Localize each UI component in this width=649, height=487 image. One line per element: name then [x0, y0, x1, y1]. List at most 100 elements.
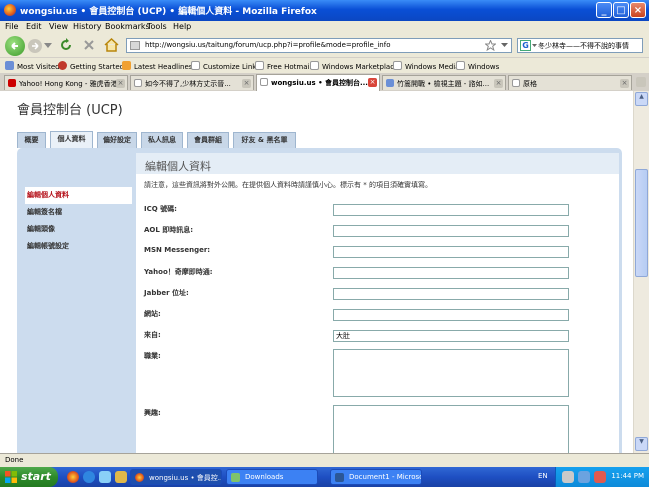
occupation-textarea[interactable] — [333, 349, 569, 397]
google-icon[interactable]: G — [520, 40, 531, 51]
network-icon[interactable] — [578, 471, 590, 483]
interests-label: 興趣: — [144, 409, 161, 417]
sidebar-item-edit-signature[interactable]: 編輯簽名檔 — [25, 204, 132, 221]
browser-tab[interactable]: 竹篙開戰 • 檢視主題 - 諮如... × — [382, 75, 506, 90]
antivirus-icon[interactable] — [594, 471, 606, 483]
tab-profile[interactable]: 個人資料 — [50, 131, 93, 148]
stop-icon[interactable] — [82, 38, 96, 52]
language-indicator[interactable]: EN — [538, 472, 548, 480]
forward-button[interactable] — [28, 39, 42, 53]
page-icon — [255, 61, 264, 70]
rss-icon — [122, 61, 131, 70]
bookmark-star-icon[interactable] — [485, 40, 496, 51]
bookmark-most-visited[interactable]: Most Visited — [5, 61, 60, 71]
browser-tab[interactable]: Yahoo! Hong Kong - 雅虎香港 × — [4, 75, 128, 90]
downloads-icon — [231, 473, 240, 482]
history-dropdown-icon[interactable] — [44, 43, 52, 49]
menu-edit[interactable]: Edit — [26, 22, 42, 31]
scroll-up-icon[interactable]: ▲ — [635, 92, 648, 106]
aol-input[interactable] — [333, 225, 569, 237]
task-downloads[interactable]: Downloads — [226, 469, 318, 485]
tab-usergroups[interactable]: 會員群組 — [187, 132, 229, 148]
menu-tools[interactable]: Tools — [147, 22, 167, 31]
website-label: 網站: — [144, 310, 161, 318]
firefox-icon — [135, 473, 144, 482]
jabber-label: Jabber 位址: — [144, 289, 189, 297]
window-titlebar[interactable]: wongsiu.us • 會員控制台 (UCP) • 編輯個人資料 - Mozi… — [0, 0, 649, 21]
taskbar: start wongsiu.us • 會員控... Downloads Docu… — [0, 467, 649, 487]
tray-icon[interactable] — [562, 471, 574, 483]
browser-tab-active[interactable]: wongsiu.us • 會員控制台... × — [256, 74, 380, 91]
url-bar[interactable]: http://wongsiu.us/taitung/forum/ucp.php?… — [126, 38, 512, 53]
sidebar-item-edit-avatar[interactable]: 編輯頭像 — [25, 221, 132, 238]
home-icon[interactable] — [104, 38, 119, 52]
close-button[interactable]: × — [630, 2, 646, 18]
vertical-scrollbar[interactable]: ▲ ▼ — [633, 91, 649, 453]
browser-tab[interactable]: 原格 × — [508, 75, 632, 90]
msn-input[interactable] — [333, 246, 569, 258]
task-word[interactable]: Document1 - Microsof... — [330, 469, 422, 485]
bookmark-getting-started[interactable]: Getting Started — [58, 61, 124, 71]
yahoo-input[interactable] — [333, 267, 569, 279]
bookmark-windows-media[interactable]: Windows Media — [393, 61, 460, 71]
yahoo-icon — [8, 79, 16, 87]
website-input[interactable] — [333, 309, 569, 321]
search-engine-dropdown-icon[interactable] — [532, 44, 537, 48]
form-header: 編輯個人資料 — [136, 153, 619, 174]
tab-overview[interactable]: 概要 — [17, 132, 46, 148]
ie-quicklaunch-icon[interactable] — [83, 471, 95, 483]
tab-close-icon[interactable]: × — [242, 79, 251, 88]
system-tray: 11:44 PM — [555, 467, 649, 487]
scroll-down-icon[interactable]: ▼ — [635, 437, 648, 451]
menu-view[interactable]: View — [49, 22, 68, 31]
icq-input[interactable] — [333, 204, 569, 216]
tab-list-button[interactable] — [636, 77, 646, 87]
tab-close-icon[interactable]: × — [620, 79, 629, 88]
tab-close-icon[interactable]: × — [116, 79, 125, 88]
page-icon — [134, 79, 142, 87]
tab-close-icon[interactable]: × — [368, 78, 377, 87]
location-label: 來自: — [144, 331, 161, 339]
media-quicklaunch-icon[interactable] — [115, 471, 127, 483]
start-label: start — [21, 470, 51, 483]
start-button[interactable]: start — [0, 467, 58, 487]
bookmark-latest-headlines[interactable]: Latest Headlines — [122, 61, 192, 71]
bookmark-windows-marketplace[interactable]: Windows Marketplace — [310, 61, 398, 71]
tab-private-messages[interactable]: 私人訊息 — [141, 132, 183, 148]
reload-icon[interactable] — [59, 38, 73, 52]
menu-file[interactable]: File — [5, 22, 18, 31]
bookmark-free-hotmail[interactable]: Free Hotmail — [255, 61, 311, 71]
bookmark-customize-links[interactable]: Customize Links — [191, 61, 260, 71]
aol-label: AOL 即時訊息: — [144, 226, 194, 234]
tab-preferences[interactable]: 偏好設定 — [97, 132, 137, 148]
menu-history[interactable]: History — [73, 22, 101, 31]
scrollbar-thumb[interactable] — [635, 169, 648, 277]
tab-friends-foes[interactable]: 好友 & 黑名單 — [233, 132, 296, 148]
browser-tab[interactable]: 如今不得了,少林方丈示晉... × — [130, 75, 254, 90]
maximize-button[interactable]: □ — [613, 2, 629, 18]
page-icon — [393, 61, 402, 70]
desktop-quicklaunch-icon[interactable] — [99, 471, 111, 483]
bookmark-windows[interactable]: Windows — [456, 61, 499, 71]
sidebar-item-edit-profile[interactable]: 編輯個人資料 — [25, 187, 132, 204]
forum-icon — [386, 79, 394, 87]
task-firefox[interactable]: wongsiu.us • 會員控... — [130, 469, 222, 485]
form-notice: 請注意，這些資訊將對外公開。在提供個人資料時請謹慎小心。標示有 * 的項目須確實… — [144, 181, 432, 189]
jabber-input[interactable] — [333, 288, 569, 300]
clock: 11:44 PM — [611, 472, 644, 480]
menu-bookmarks[interactable]: Bookmarks — [105, 22, 150, 31]
tab-close-icon[interactable]: × — [494, 79, 503, 88]
back-button[interactable] — [5, 36, 25, 56]
menu-help[interactable]: Help — [173, 22, 191, 31]
search-box[interactable]: G 冬少林寺——不得不說的事情 — [517, 38, 643, 53]
firefox-quicklaunch-icon[interactable] — [67, 471, 79, 483]
back-arrow-icon — [11, 42, 18, 50]
interests-textarea[interactable] — [333, 405, 569, 453]
location-input[interactable]: 大肚 — [333, 330, 569, 342]
ucp-sidebar: 編輯個人資料 編輯簽名檔 編輯頭像 編輯帳號設定 — [25, 187, 132, 255]
minimize-button[interactable]: _ — [596, 2, 612, 18]
yahoo-label: Yahoo！奇摩即時通: — [144, 268, 213, 276]
sidebar-item-account-settings[interactable]: 編輯帳號設定 — [25, 238, 132, 255]
firefox-start-icon — [58, 61, 67, 70]
url-dropdown-icon[interactable] — [501, 43, 508, 48]
